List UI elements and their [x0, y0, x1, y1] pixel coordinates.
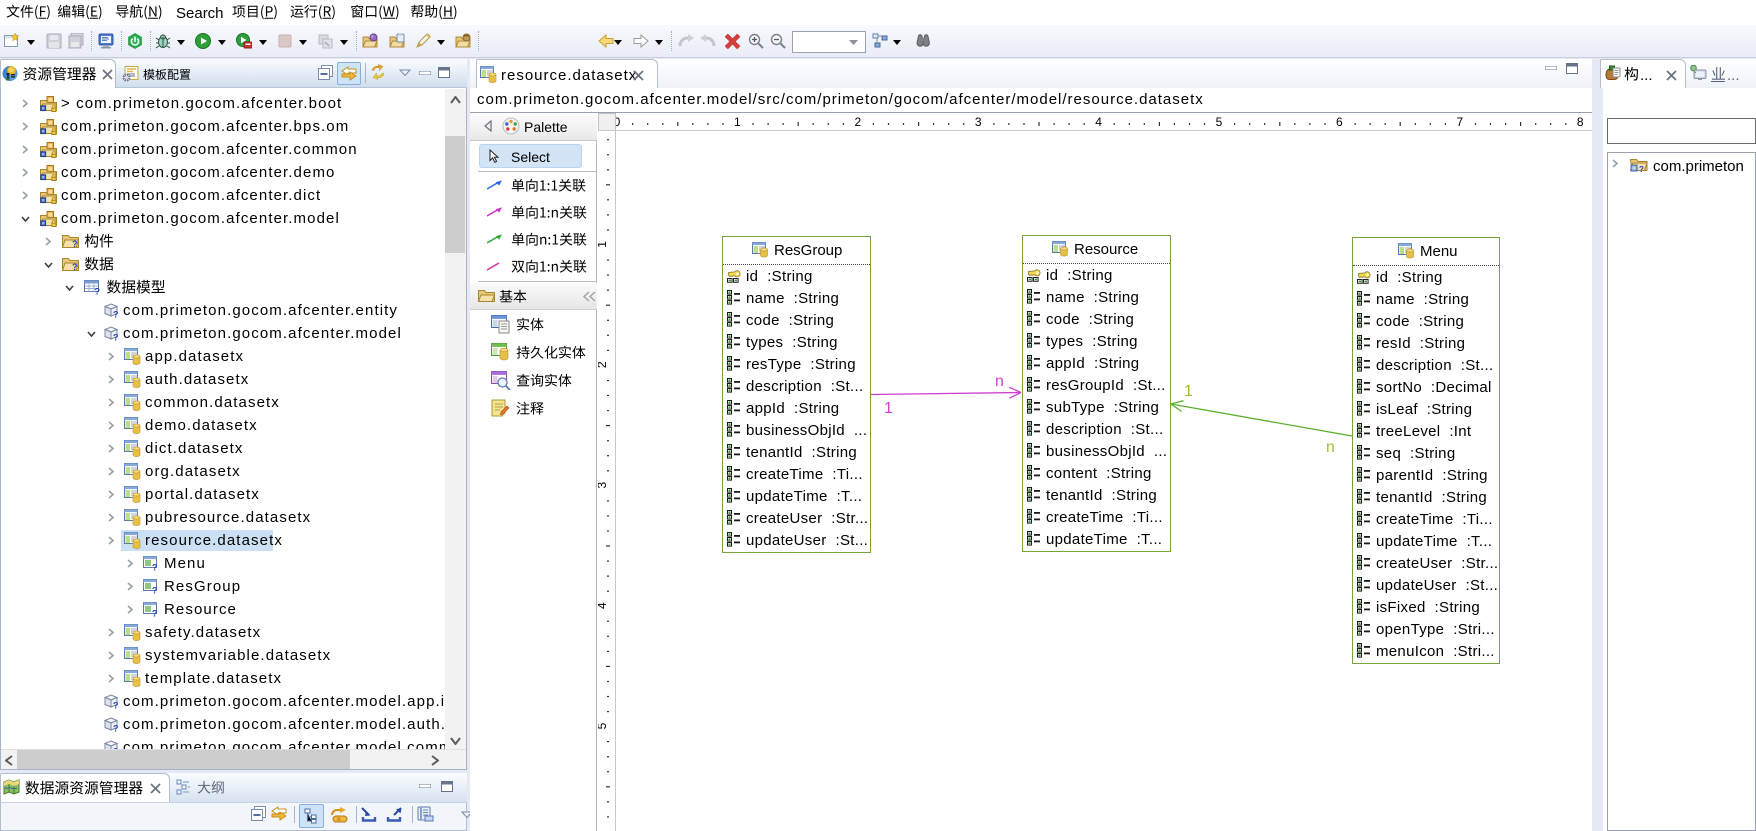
svg-text:?: ?: [113, 724, 119, 733]
svg-text:0: 0: [616, 115, 621, 129]
svg-text:n: n: [995, 373, 1004, 390]
svg-text:7: 7: [1456, 115, 1463, 129]
svg-text:?: ?: [113, 310, 119, 319]
svg-text:4: 4: [1095, 115, 1102, 129]
svg-text:5: 5: [1216, 115, 1223, 129]
svg-text:n: n: [1326, 439, 1335, 456]
svg-text:?: ?: [152, 609, 158, 618]
svg-text:?: ?: [95, 287, 101, 296]
svg-text:?: ?: [72, 239, 78, 248]
svg-text:?: ?: [113, 333, 119, 342]
svg-text:?: ?: [72, 262, 78, 271]
svg-text:?: ?: [152, 586, 158, 595]
svg-text:?: ?: [152, 563, 158, 572]
svg-text:2: 2: [854, 115, 861, 129]
svg-text:?: ?: [1639, 165, 1644, 173]
svg-text:1: 1: [884, 400, 893, 417]
svg-text:8: 8: [1577, 115, 1584, 129]
svg-text:4: 4: [598, 602, 609, 609]
svg-text:1: 1: [1184, 383, 1193, 400]
svg-text:5: 5: [598, 722, 609, 729]
svg-text:?: ?: [113, 701, 119, 710]
svg-text:3: 3: [598, 482, 609, 489]
svg-text:1: 1: [598, 241, 609, 248]
svg-text:1: 1: [734, 115, 741, 129]
svg-text:3: 3: [975, 115, 982, 129]
svg-text:2: 2: [598, 361, 609, 368]
svg-text:6: 6: [1336, 115, 1343, 129]
